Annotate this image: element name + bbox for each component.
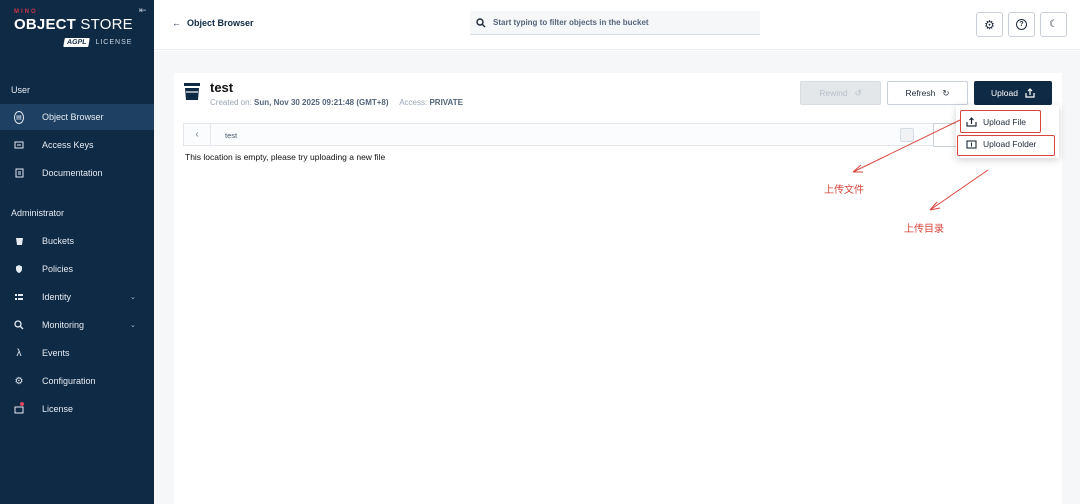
annotation-upload-folder: 上传目录 — [904, 224, 944, 235]
annotation-upload-file: 上传文件 — [824, 185, 864, 196]
annotation-arrows — [852, 119, 989, 211]
